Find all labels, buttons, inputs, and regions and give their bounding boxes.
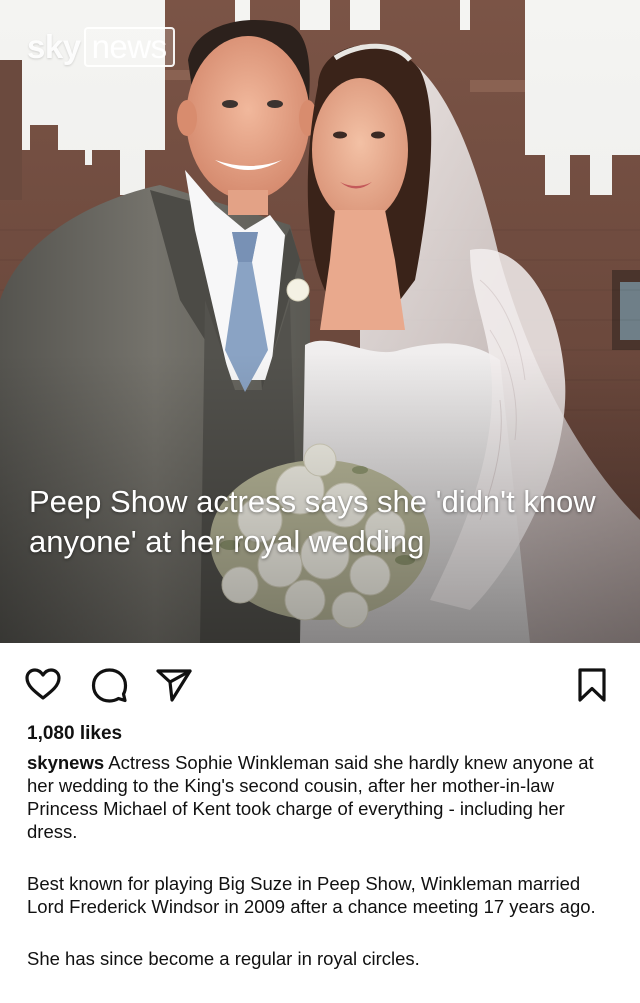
instagram-post: sky news Peep Show actress says she 'did…: [0, 0, 640, 1003]
logo-news-box: news: [83, 27, 175, 67]
post-caption: skynews Actress Sophie Winkleman said sh…: [27, 751, 613, 970]
paper-plane-icon[interactable]: [155, 667, 193, 703]
image-headline: Peep Show actress says she 'didn't know …: [29, 484, 596, 559]
heart-icon[interactable]: [24, 667, 62, 701]
logo-brand-text: sky: [27, 28, 81, 65]
bookmark-icon[interactable]: [576, 667, 608, 703]
caption-paragraph: skynews Actress Sophie Winkleman said sh…: [27, 751, 613, 843]
sky-news-logo: sky news: [27, 27, 175, 67]
caption-text: Actress Sophie Winkleman said she hardly…: [27, 752, 594, 842]
post-action-bar: [0, 643, 640, 723]
comment-bubble-icon[interactable]: [90, 667, 128, 703]
caption-paragraph: She has since become a regular in royal …: [27, 948, 420, 969]
caption-username[interactable]: skynews: [27, 752, 104, 773]
post-image[interactable]: sky news Peep Show actress says she 'did…: [0, 0, 640, 643]
like-count[interactable]: 1,080 likes: [27, 722, 613, 746]
caption-paragraph: Best known for playing Big Suze in Peep …: [27, 873, 596, 917]
post-meta: 1,080 likes skynews Actress Sophie Winkl…: [27, 722, 613, 970]
